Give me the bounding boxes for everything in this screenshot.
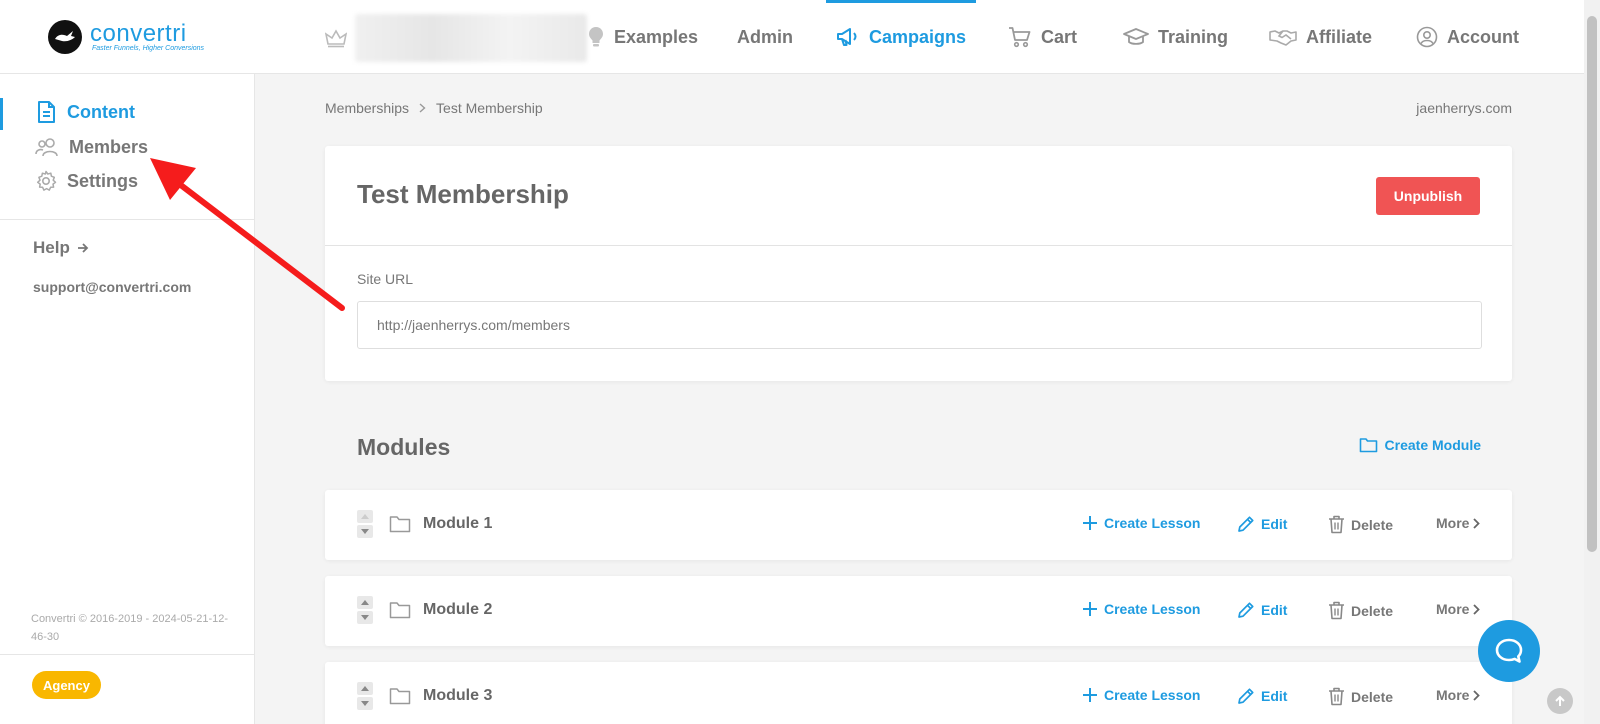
folder-icon xyxy=(389,601,411,619)
arrow-right-icon xyxy=(77,243,89,253)
module-name[interactable]: Module 3 xyxy=(423,687,492,705)
site-url-input[interactable] xyxy=(357,301,1482,349)
membership-card-header: Test Membership Unpublish xyxy=(325,146,1512,246)
edit-button[interactable]: Edit xyxy=(1237,687,1287,705)
nav-training[interactable]: Training xyxy=(1123,0,1228,74)
gear-icon xyxy=(36,170,57,191)
nav-cart[interactable]: Cart xyxy=(1008,0,1077,74)
user-circle-icon xyxy=(1416,26,1438,48)
help-link[interactable]: Help xyxy=(33,238,89,258)
sidebar-item-settings[interactable]: Settings xyxy=(35,170,138,192)
delete-button[interactable]: Delete xyxy=(1328,515,1393,534)
handshake-icon xyxy=(1269,30,1297,46)
plus-icon xyxy=(1083,602,1097,616)
nav-account[interactable]: Account xyxy=(1416,0,1519,74)
sidebar-item-members[interactable]: Members xyxy=(35,136,148,158)
megaphone-icon xyxy=(837,28,857,46)
nav-campaigns[interactable]: Campaigns xyxy=(825,0,977,74)
crown-icon xyxy=(325,28,347,48)
sidebar-divider xyxy=(0,219,255,220)
page-scrollbar[interactable] xyxy=(1584,0,1600,724)
brand-name: convertri xyxy=(90,19,187,47)
more-button[interactable]: More xyxy=(1436,601,1481,617)
nav-admin[interactable]: Admin xyxy=(737,0,793,74)
breadcrumb: Memberships Test Membership xyxy=(325,100,543,116)
pencil-icon xyxy=(1238,602,1254,618)
sidebar-footer-divider xyxy=(0,654,255,655)
support-email[interactable]: support@convertri.com xyxy=(33,279,191,295)
plus-icon xyxy=(1083,688,1097,702)
reorder-arrows xyxy=(357,682,373,712)
move-up-button[interactable] xyxy=(357,682,373,695)
folder-icon xyxy=(1359,438,1377,453)
arrow-up-icon xyxy=(1555,695,1565,706)
scrollbar-thumb[interactable] xyxy=(1587,16,1597,552)
module-name[interactable]: Module 1 xyxy=(423,515,492,533)
modules-heading: Modules xyxy=(357,434,451,460)
create-lesson-button[interactable]: Create Lesson xyxy=(1082,601,1200,617)
chevron-right-icon xyxy=(1473,517,1481,529)
chat-bubble-icon xyxy=(1495,638,1523,663)
chevron-right-icon xyxy=(1473,689,1481,701)
reorder-arrows xyxy=(357,510,373,540)
site-url-label: Site URL xyxy=(357,271,414,287)
move-up-button[interactable] xyxy=(357,510,373,523)
chevron-right-icon xyxy=(1473,603,1481,615)
blurred-account-name xyxy=(355,14,587,62)
move-down-button[interactable] xyxy=(357,525,373,538)
document-icon xyxy=(38,101,55,123)
cart-icon xyxy=(1009,27,1031,48)
trash-icon xyxy=(1329,515,1344,534)
rabbit-logo-icon xyxy=(48,20,82,54)
module-row: Module 2 Create Lesson Edit Delete More xyxy=(325,576,1512,646)
site-domain: jaenherrys.com xyxy=(1416,100,1512,116)
module-name[interactable]: Module 2 xyxy=(423,601,492,619)
sidebar-item-content[interactable]: Content xyxy=(35,100,135,124)
users-icon xyxy=(35,138,58,157)
nav-examples[interactable]: Examples xyxy=(587,0,698,74)
plan-badge: Agency xyxy=(32,671,101,699)
delete-button[interactable]: Delete xyxy=(1328,601,1393,620)
unpublish-button[interactable]: Unpublish xyxy=(1376,177,1480,215)
pencil-icon xyxy=(1238,516,1254,532)
copyright-text: Convertri © 2016-2019 - 2024-05-21-12-46… xyxy=(31,613,229,643)
plus-icon xyxy=(1083,516,1097,530)
more-button[interactable]: More xyxy=(1436,687,1481,703)
scroll-to-top-button[interactable] xyxy=(1547,688,1573,714)
convertri-logo[interactable]: convertri Faster Funnels, Higher Convers… xyxy=(48,20,204,54)
graduation-cap-icon xyxy=(1123,28,1149,45)
create-module-button[interactable]: Create Module xyxy=(1359,437,1481,453)
create-lesson-button[interactable]: Create Lesson xyxy=(1082,687,1200,703)
create-lesson-button[interactable]: Create Lesson xyxy=(1082,515,1200,531)
membership-card: Test Membership Unpublish Site URL xyxy=(325,146,1512,381)
active-indicator xyxy=(0,98,3,130)
breadcrumb-memberships[interactable]: Memberships xyxy=(325,100,409,116)
breadcrumb-current: Test Membership xyxy=(436,100,543,116)
delete-button[interactable]: Delete xyxy=(1328,687,1393,706)
folder-icon xyxy=(389,515,411,533)
reorder-arrows xyxy=(357,596,373,626)
chevron-right-icon xyxy=(419,103,426,113)
chat-widget-button[interactable] xyxy=(1478,620,1540,682)
edit-button[interactable]: Edit xyxy=(1237,515,1287,533)
lightbulb-icon xyxy=(589,27,603,47)
folder-icon xyxy=(389,687,411,705)
nav-affiliate[interactable]: Affiliate xyxy=(1269,0,1372,74)
page-title: Test Membership xyxy=(357,179,569,209)
move-down-button[interactable] xyxy=(357,697,373,710)
sidebar: Content Members Settings Help support@co… xyxy=(0,74,255,724)
trash-icon xyxy=(1329,601,1344,620)
move-down-button[interactable] xyxy=(357,611,373,624)
pencil-icon xyxy=(1238,688,1254,704)
trash-icon xyxy=(1329,687,1344,706)
brand-tagline: Faster Funnels, Higher Conversions xyxy=(92,44,205,52)
top-navigation: convertri Faster Funnels, Higher Convers… xyxy=(0,0,1584,74)
module-row: Module 3 Create Lesson Edit Delete More xyxy=(325,662,1512,724)
move-up-button[interactable] xyxy=(357,596,373,609)
more-button[interactable]: More xyxy=(1436,515,1481,531)
edit-button[interactable]: Edit xyxy=(1237,601,1287,619)
module-row: Module 1 Create Lesson Edit Delete More xyxy=(325,490,1512,560)
